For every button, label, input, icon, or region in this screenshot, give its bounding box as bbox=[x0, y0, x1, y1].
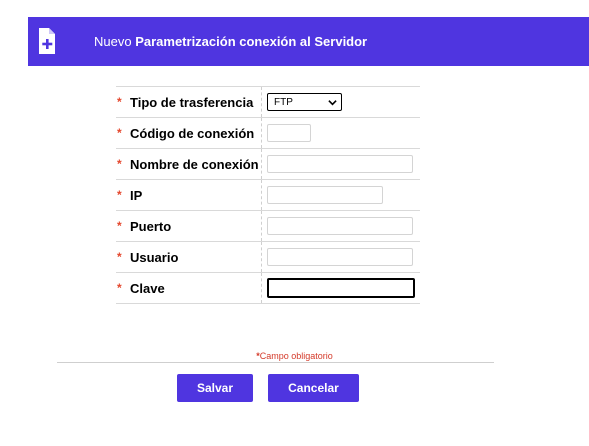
required-asterisk: * bbox=[117, 95, 122, 109]
field-label: Usuario bbox=[130, 249, 179, 265]
select-value: FTP bbox=[274, 96, 293, 108]
required-asterisk: * bbox=[117, 188, 122, 202]
form-row-ip: * IP bbox=[116, 180, 420, 211]
username-input[interactable] bbox=[267, 248, 413, 266]
port-input[interactable] bbox=[267, 217, 413, 235]
form-row-usuario: * Usuario bbox=[116, 242, 420, 273]
form-row-clave: * Clave bbox=[116, 273, 420, 304]
required-asterisk: * bbox=[117, 219, 122, 233]
required-asterisk: * bbox=[117, 157, 122, 171]
field-label: Nombre de conexión bbox=[130, 156, 259, 172]
save-button[interactable]: Salvar bbox=[177, 374, 253, 402]
transfer-type-select[interactable]: FTP bbox=[267, 93, 342, 111]
required-note: *Campo obligatorio bbox=[0, 351, 589, 361]
required-asterisk: * bbox=[117, 281, 122, 295]
form-row-nombre: * Nombre de conexión bbox=[116, 149, 420, 180]
password-input[interactable] bbox=[267, 278, 415, 298]
field-label: Puerto bbox=[130, 218, 172, 234]
form-row-tipo: * Tipo de trasferencia FTP bbox=[116, 87, 420, 118]
required-note-text: Campo obligatorio bbox=[259, 351, 333, 361]
header-prefix: Nuevo bbox=[94, 34, 132, 49]
field-label: Código de conexión bbox=[130, 125, 255, 141]
connection-code-input[interactable] bbox=[267, 124, 311, 142]
connection-form: * Tipo de trasferencia FTP * Código de c… bbox=[116, 86, 420, 304]
field-label: Clave bbox=[130, 280, 165, 296]
page-header: Nuevo Parametrización conexión al Servid… bbox=[28, 17, 589, 66]
chevron-down-icon bbox=[328, 99, 337, 105]
field-label: Tipo de trasferencia bbox=[130, 94, 254, 110]
form-row-codigo: * Código de conexión bbox=[116, 118, 420, 149]
required-asterisk: * bbox=[117, 126, 122, 140]
page-title: Nuevo Parametrización conexión al Servid… bbox=[94, 17, 367, 66]
header-title-text: Parametrización conexión al Servidor bbox=[135, 34, 368, 49]
form-row-puerto: * Puerto bbox=[116, 211, 420, 242]
document-add-icon bbox=[39, 28, 55, 54]
ip-input[interactable] bbox=[267, 186, 383, 204]
required-asterisk: * bbox=[117, 250, 122, 264]
field-label: IP bbox=[130, 187, 143, 203]
divider bbox=[57, 362, 494, 363]
cancel-button[interactable]: Cancelar bbox=[268, 374, 359, 402]
connection-name-input[interactable] bbox=[267, 155, 413, 173]
